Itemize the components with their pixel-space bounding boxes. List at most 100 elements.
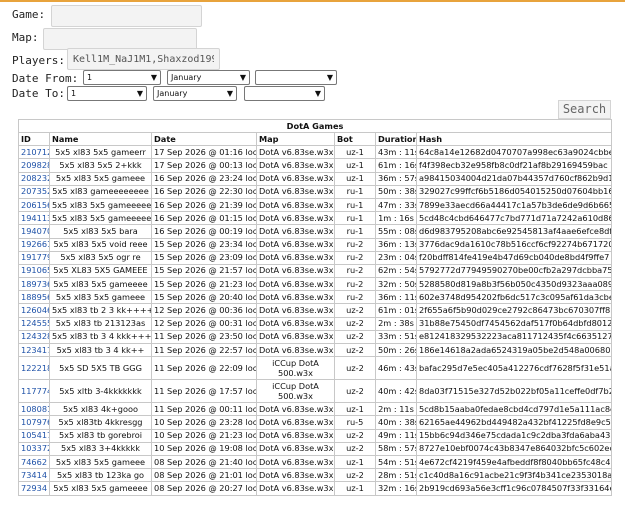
game-id-link[interactable]: 191779 (18, 250, 50, 265)
game-id-link[interactable]: 194070 (18, 224, 50, 239)
game-name: 5x5 xl83 4k+gooo (49, 402, 152, 417)
game-map: DotA v6.83se.w3x (256, 342, 335, 358)
map-input[interactable] (43, 28, 197, 50)
game-name: 5x5 xl83 5x5 gameeee (49, 277, 152, 292)
game-bot: ru-1 (334, 224, 376, 239)
table-row: 107976 5x5 xl83tb 4kkresgg 10 Sep 2026 @ 2… (18, 415, 613, 430)
game-map: DotA v6.83se.w3x (256, 211, 335, 226)
game-name: 5x5 xl83 5x5 void reee (49, 237, 152, 252)
game-map: DotA v6.83se.w3x (256, 454, 335, 470)
column-header-map[interactable]: Map (256, 131, 335, 147)
game-date: 10 Sep 2026 @ 21:23 local (151, 428, 257, 443)
players-input[interactable] (67, 48, 220, 70)
game-id-link[interactable]: 210712 (18, 145, 50, 160)
date-to-day-select[interactable]: 1 ▼ (67, 86, 147, 101)
game-id-link[interactable]: 209828 (18, 158, 50, 173)
game-id-link[interactable]: 123417 (18, 342, 50, 358)
game-map: DotA v6.83se.w3x (256, 329, 335, 345)
table-row: 188956 5x5 xl83 5x5 gameee 15 Sep 2026 @ 2… (18, 290, 613, 305)
game-map: iCCup DotA 500.w3x (256, 356, 335, 381)
game-date: 15 Sep 2026 @ 21:57 local (151, 263, 257, 279)
game-id-link[interactable]: 73414 (18, 468, 50, 483)
game-duration: 32m : 50s (375, 277, 417, 292)
game-hash: e812418329532223aca811712435f4c6635127dc (415, 329, 613, 345)
game-duration: 46m : 43s (375, 356, 417, 381)
game-bot: uz-2 (334, 342, 376, 358)
game-date: 16 Sep 2026 @ 01:15 local (151, 211, 257, 226)
game-date: 08 Sep 2026 @ 21:01 local (151, 468, 257, 483)
game-id-link[interactable]: 105417 (18, 428, 50, 443)
game-map-text: iCCup DotA 500.w3x (272, 358, 319, 379)
game-id-link[interactable]: 207352 (18, 184, 50, 199)
game-bot: uz-2 (334, 356, 376, 381)
game-bot: ru-1 (334, 211, 376, 226)
date-to-year-select[interactable]: ▼ (244, 86, 325, 101)
date-to-month-select[interactable]: January ▼ (153, 86, 237, 101)
column-header-name[interactable]: Name (49, 131, 152, 147)
game-date: 17 Sep 2026 @ 00:13 local (151, 158, 257, 173)
table-row: 209828 5x5 xl83 5x5 2+kkk 17 Sep 2026 @ 00… (18, 158, 613, 173)
column-header-duration[interactable]: Duration (375, 131, 417, 147)
column-header-hash[interactable]: Hash (415, 131, 613, 147)
game-id-link[interactable]: 124555 (18, 316, 50, 331)
game-id-link[interactable]: 192661 (18, 237, 50, 252)
game-date: 16 Sep 2026 @ 22:30 local (151, 184, 257, 199)
game-name: 5x5 xl83 5x5 gameee (49, 290, 152, 305)
game-bot: uz-2 (334, 303, 376, 318)
game-id-link[interactable]: 189736 (18, 277, 50, 292)
game-duration: 61m : 16s (375, 158, 417, 173)
game-bot: uz-1 (334, 145, 376, 160)
game-bot: ru-5 (334, 415, 376, 430)
game-name: 5x5 xl83 tb 213123as (49, 316, 152, 331)
game-hash: c1c40d8a16c91acbe21c9f3f4b341ce2353018a8 (415, 468, 613, 483)
game-id-link[interactable]: 126046 (18, 303, 50, 318)
game-date: 10 Sep 2026 @ 19:08 local (151, 441, 257, 456)
game-id-link[interactable]: 206156 (18, 197, 50, 213)
map-label: Map: (12, 31, 39, 44)
date-from-day-select[interactable]: 1 ▼ (83, 70, 161, 85)
table-row: 210712 5x5 xl83 5x5 gameerr 17 Sep 2026 @ … (18, 145, 613, 160)
game-input[interactable] (51, 5, 202, 27)
chevron-down-icon: ▼ (150, 73, 157, 82)
game-bot: uz-2 (334, 379, 376, 404)
game-map: DotA v6.83se.w3x (256, 290, 335, 305)
column-header-bot[interactable]: Bot (334, 131, 376, 147)
game-id-link[interactable]: 107976 (18, 415, 50, 430)
game-hash: 15bb6c94d346e75cdada1c9c2dba3fda6aba431e (415, 428, 613, 443)
game-bot: uz-1 (334, 171, 376, 186)
date-to-month-value: January (157, 89, 188, 98)
game-id-link[interactable]: 103372 (18, 441, 50, 456)
game-hash: 5cd8b15aaba0fedae8cbd4cd797d1e5a111ac8ec (415, 402, 613, 417)
search-button[interactable]: Search (558, 100, 611, 119)
game-id-link[interactable]: 188956 (18, 290, 50, 305)
game-id-link[interactable]: 194113 (18, 211, 50, 226)
game-id-link[interactable]: 191065 (18, 263, 50, 279)
game-name: 5x5 xl83 5x5 gameeeee (49, 197, 152, 213)
games-table: DotA Games ID Name Date Map Bot Duration… (17, 119, 613, 496)
game-name: 5x5 xl83 gameeeeeeee (49, 184, 152, 199)
game-date: 16 Sep 2026 @ 23:24 local (151, 171, 257, 186)
game-id-link[interactable]: 74662 (18, 454, 50, 470)
date-from-year-select[interactable]: ▼ (255, 70, 337, 85)
top-accent-bar (0, 0, 625, 2)
column-header-id[interactable]: ID (18, 131, 50, 147)
game-hash: f20bdff814fe419e4b47d69cb040de8bd4f9ffe7 (415, 250, 613, 265)
game-id-link[interactable]: 208232 (18, 171, 50, 186)
game-date: 15 Sep 2026 @ 23:34 local (151, 237, 257, 252)
game-id-link[interactable]: 108081 (18, 402, 50, 417)
table-row: 105417 5x5 xl83 tb gorebroi 10 Sep 2026 @ … (18, 428, 613, 443)
date-from-month-select[interactable]: January ▼ (167, 70, 250, 85)
game-id-link[interactable]: 124328 (18, 329, 50, 345)
game-hash: 329027c99ffcf6b5186d054015250d07604bb167 (415, 184, 613, 199)
column-header-date[interactable]: Date (151, 131, 257, 147)
game-id-link[interactable]: 122218 (18, 356, 50, 381)
game-date: 16 Sep 2026 @ 00:19 local (151, 224, 257, 239)
game-name: 5x5 XL83 5X5 GAMEEE (49, 263, 152, 279)
date-to-day-value: 1 (71, 89, 77, 98)
game-duration: 36m : 57s (375, 171, 417, 186)
game-id-link[interactable]: 72934 (18, 481, 50, 496)
game-id-link[interactable]: 117774 (18, 379, 50, 404)
game-map: DotA v6.83se.w3x (256, 402, 335, 417)
game-bot: uz-1 (334, 158, 376, 173)
game-date: 11 Sep 2026 @ 23:50 local (151, 329, 257, 345)
